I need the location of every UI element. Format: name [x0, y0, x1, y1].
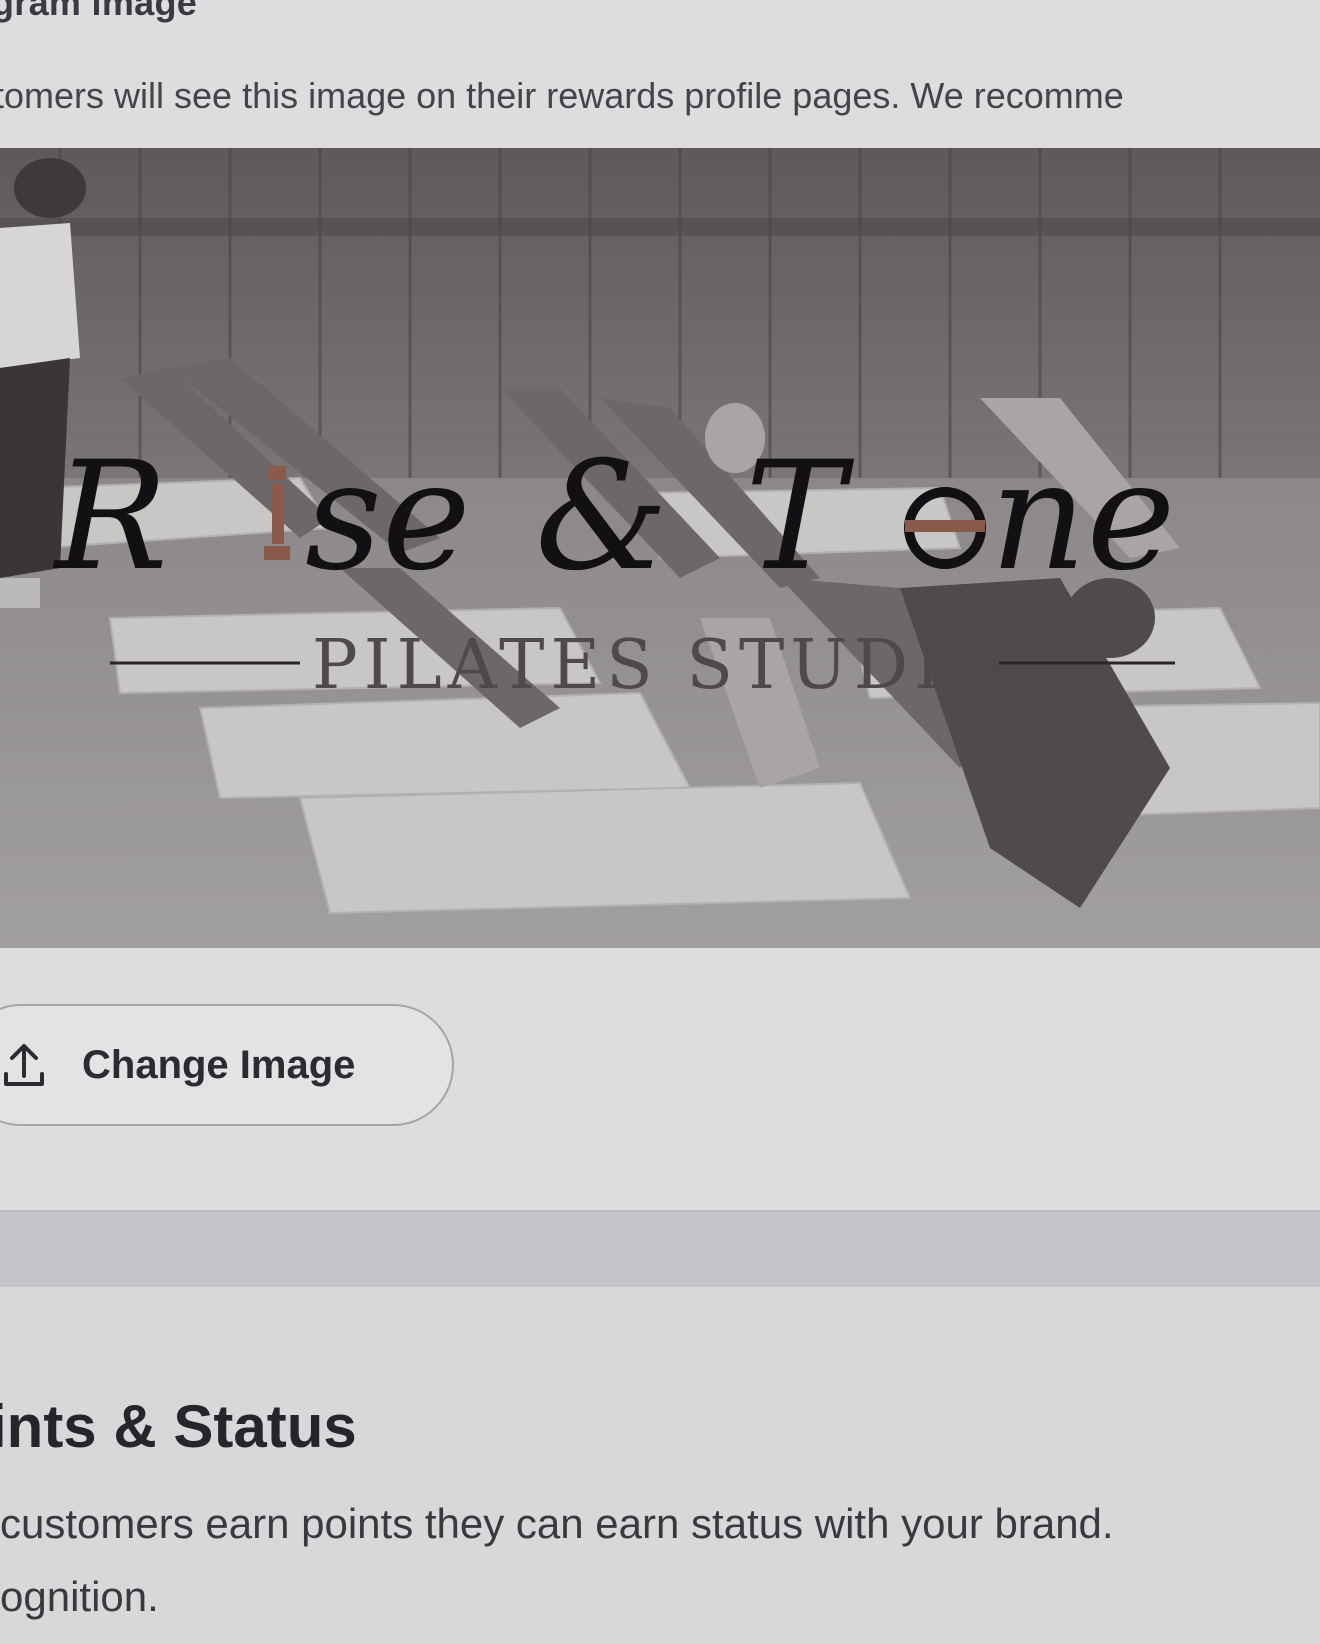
points-status-description-line-1: customers earn points they can earn stat… — [0, 1500, 1114, 1547]
points-status-description-line-2: ognition. — [0, 1573, 159, 1620]
svg-text:se: se — [305, 430, 471, 604]
svg-text:T: T — [745, 430, 855, 604]
banner-photo: R se & T ne PILATES STUDIO — [0, 148, 1320, 948]
points-status-card — [0, 1287, 1320, 1644]
svg-text:&: & — [535, 430, 669, 604]
change-image-button[interactable]: Change Image — [0, 1004, 454, 1126]
program-image-description: tomers will see this image on their rewa… — [0, 75, 1124, 116]
change-image-label: Change Image — [82, 1042, 356, 1087]
upload-icon — [2, 1040, 46, 1090]
svg-text:R: R — [52, 430, 170, 604]
program-banner-image: R se & T ne PILATES STUDIO — [0, 148, 1320, 948]
page: gram image tomers will see this image on… — [0, 0, 1320, 1644]
program-image-title: gram image — [0, 0, 198, 23]
svg-text:PILATES STUDIO: PILATES STUDIO — [312, 626, 1009, 705]
points-status-title: ints & Status — [0, 1393, 357, 1460]
svg-text:ne: ne — [990, 430, 1175, 604]
section-divider — [0, 1212, 1320, 1287]
